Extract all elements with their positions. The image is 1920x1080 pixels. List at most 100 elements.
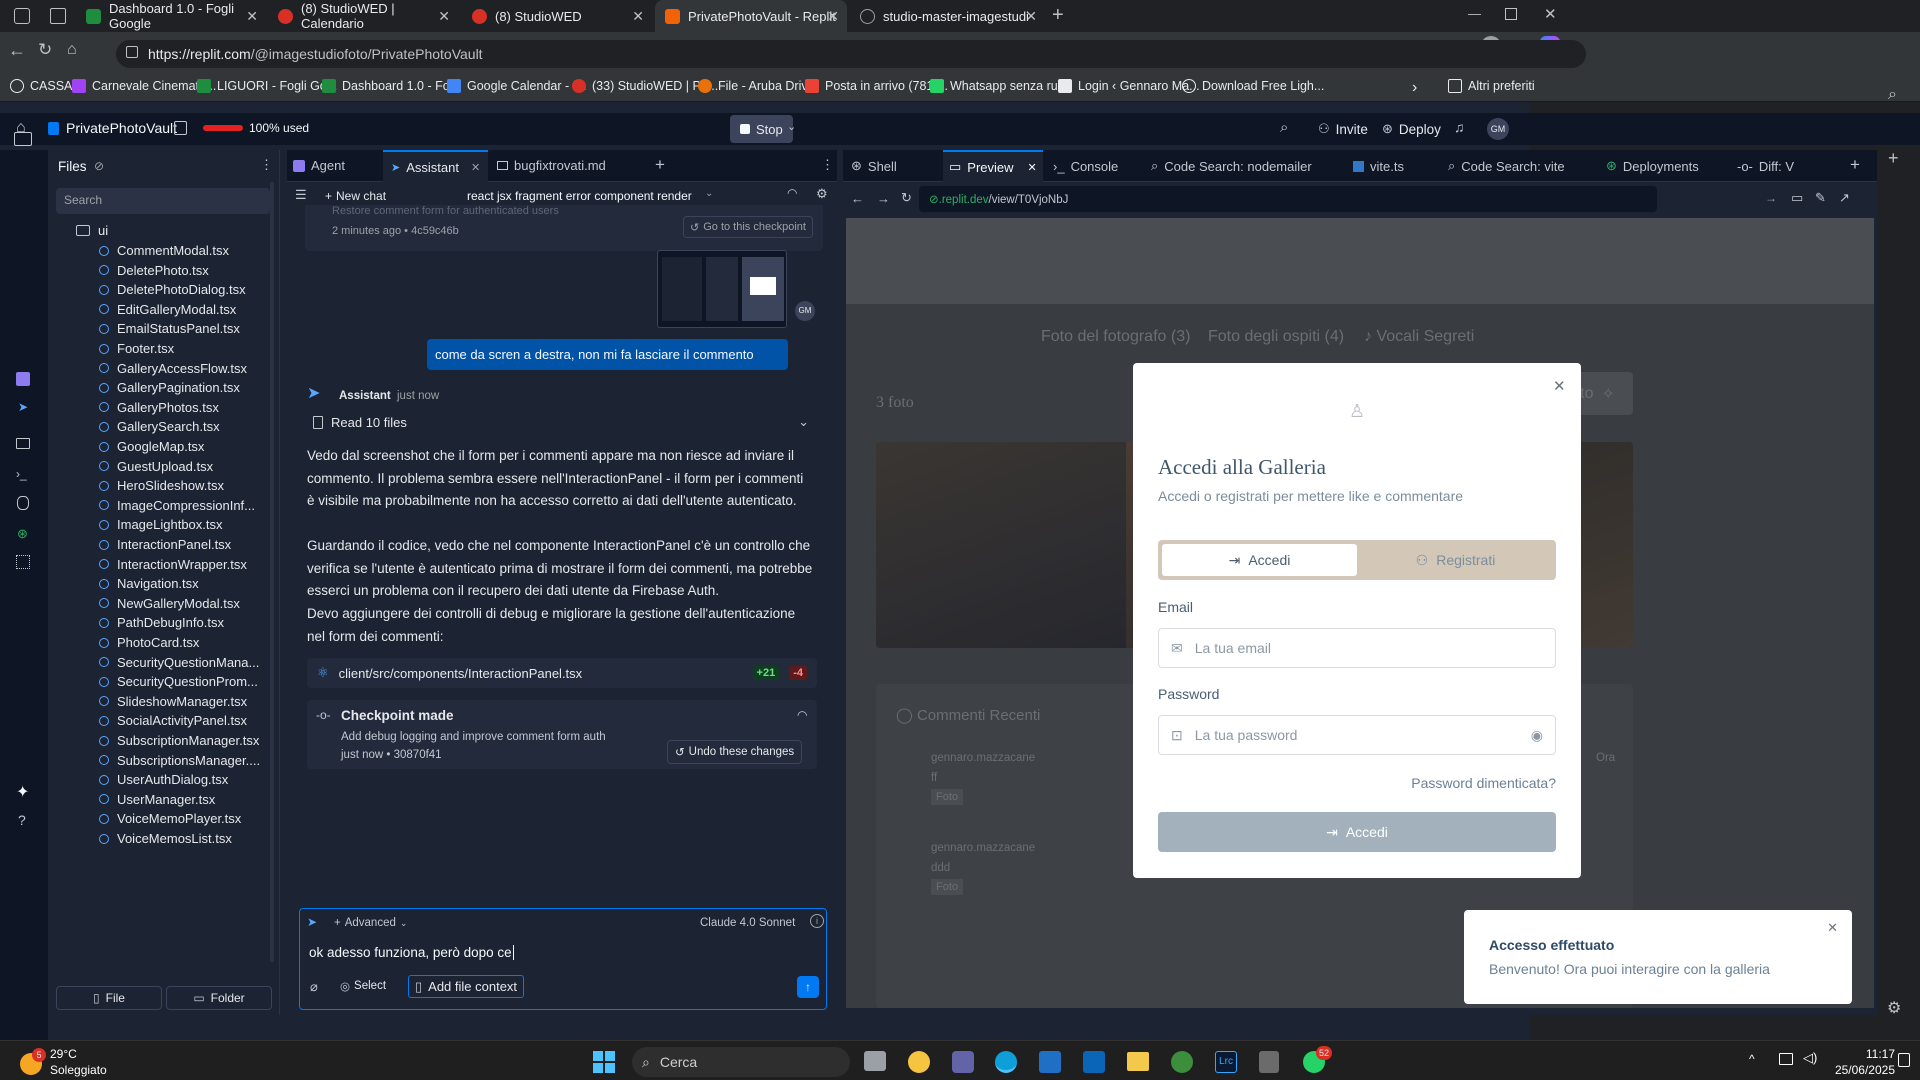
tab-code-search-nodemailer[interactable]: ⌕ Code Search: nodemailer — [1151, 150, 1312, 182]
file-item[interactable]: PhotoCard.tsx — [99, 635, 199, 650]
undo-changes-button[interactable]: ↺ Undo these changes — [667, 740, 803, 764]
sidebar-search-icon[interactable]: ⌕ — [1888, 86, 1897, 104]
file-item[interactable]: InteractionWrapper.tsx — [99, 557, 247, 572]
goto-checkpoint-button[interactable]: ↺ Go to this checkpoint — [683, 216, 813, 238]
preview-back-icon[interactable]: ← — [851, 191, 864, 206]
info-icon[interactable]: i — [810, 914, 824, 928]
password-field[interactable]: ⊡ La tua password ◉ — [1158, 715, 1556, 755]
minimize-icon[interactable]: — — [1468, 6, 1481, 21]
history-menu-icon[interactable]: ☰ — [295, 187, 307, 203]
bookmark-item[interactable]: Google Calendar - f... — [447, 79, 587, 93]
file-item[interactable]: HeroSlideshow.tsx — [99, 478, 224, 493]
address-field[interactable]: https://replit.com/@imagestudiofoto/Priv… — [116, 40, 1586, 68]
file-item[interactable]: DeletePhoto.tsx — [99, 263, 209, 278]
forgot-password-link[interactable]: Password dimenticata? — [1411, 775, 1556, 791]
file-item[interactable]: EditGalleryModal.tsx — [99, 302, 236, 317]
new-tab-icon[interactable]: + — [655, 155, 665, 175]
bookmark-item[interactable]: Dashboard 1.0 - Fo... — [322, 79, 460, 93]
new-tab-icon[interactable]: + — [1052, 4, 1064, 27]
shell-icon[interactable]: ›_ — [16, 467, 27, 481]
gauge-icon[interactable]: ◠ — [787, 186, 797, 200]
model-selector[interactable]: Claude 4.0 Sonnet — [700, 917, 795, 929]
browser-tab-studio-master[interactable]: studio-master-imagestudiofoto.r✕ — [850, 0, 1045, 32]
close-tab-icon[interactable]: ✕ — [438, 8, 450, 25]
reload-icon[interactable]: ↻ — [38, 40, 52, 60]
tab-console[interactable]: ›_ Console — [1053, 150, 1118, 182]
other-bookmarks[interactable]: Altri preferiti — [1448, 79, 1535, 93]
bookmark-item[interactable]: Carnevale Cinemato... — [72, 79, 216, 93]
email-field[interactable]: ✉ La tua email — [1158, 628, 1556, 668]
close-tab-icon[interactable]: ✕ — [471, 161, 480, 174]
file-item[interactable]: PathDebugInfo.tsx — [99, 615, 224, 630]
tab-login[interactable]: ⇥ Accedi — [1162, 544, 1357, 576]
new-tab-icon[interactable]: + — [1850, 155, 1860, 175]
tab-preview[interactable]: ▭ Preview ✕ — [943, 150, 1043, 182]
close-toast-icon[interactable]: ✕ — [1827, 920, 1838, 936]
search-icon[interactable]: ⌕ — [1280, 119, 1288, 136]
preview-icon[interactable] — [16, 438, 30, 449]
scrollbar[interactable] — [270, 182, 274, 962]
close-tab-icon[interactable]: ✕ — [1028, 161, 1037, 174]
browser-tab-studiowed[interactable]: (8) StudioWED ✕ — [462, 0, 652, 32]
clock-time[interactable]: 11:17 — [1855, 1047, 1895, 1061]
file-item[interactable]: EmailStatusPanel.tsx — [99, 321, 240, 336]
browser-tab-sheets[interactable]: Dashboard 1.0 - Fogli Google ✕ — [76, 0, 266, 32]
attach-paperclip-icon[interactable]: ⌀ — [310, 979, 318, 995]
file-item[interactable]: SocialActivityPanel.tsx — [99, 713, 247, 728]
tab-diff[interactable]: -o- Diff: V — [1737, 150, 1794, 182]
close-tab-icon[interactable]: ✕ — [246, 8, 258, 25]
pane-menu-icon[interactable]: ⋮ — [821, 157, 834, 173]
deploy-button[interactable]: ⊛ Deploy — [1374, 115, 1449, 143]
read-files-disclosure[interactable]: Read 10 files ⌄ — [313, 414, 809, 430]
home-icon[interactable]: ⌂ — [67, 41, 77, 59]
database-icon[interactable] — [174, 121, 187, 135]
bookmark-item[interactable]: Login ‹ Gennaro Ma... — [1058, 79, 1200, 93]
file-item[interactable]: SlideshowManager.tsx — [99, 694, 247, 709]
message-input[interactable]: ok adesso funziona, però dopo ce — [309, 945, 809, 960]
bookmark-item[interactable]: File - Aruba Drive — [698, 79, 815, 93]
site-info-icon[interactable] — [126, 46, 138, 58]
bookmark-item[interactable]: LIGUORI - Fogli Go... — [197, 79, 337, 93]
tab-deployments[interactable]: ⊛ Deployments — [1606, 150, 1699, 182]
bookmark-item[interactable]: Download Free Ligh... — [1182, 79, 1324, 93]
tab-bugfixtrovati[interactable]: bugfixtrovati.md — [497, 158, 606, 173]
chevron-down-icon[interactable]: ⌄ — [705, 188, 713, 199]
chrome-icon[interactable] — [1171, 1051, 1193, 1073]
sidebar-settings-gear-icon[interactable]: ⚙ — [1887, 998, 1901, 1018]
login-submit-button[interactable]: ⇥ Accedi — [1158, 812, 1556, 852]
taskbar-search[interactable]: ⌕ Cerca — [632, 1047, 850, 1077]
preview-reload-icon[interactable]: ↻ — [901, 190, 912, 206]
deployments-icon[interactable]: ⊛ — [17, 526, 28, 542]
gallery-photo[interactable] — [876, 442, 1126, 648]
all-tools-icon[interactable] — [16, 555, 30, 569]
tab-foto-ospiti[interactable]: Foto degli ospiti (4) — [1208, 328, 1344, 346]
file-item[interactable]: InteractionPanel.tsx — [99, 537, 231, 552]
file-item[interactable]: UserAuthDialog.tsx — [99, 772, 228, 787]
file-explorer-icon[interactable] — [1127, 1052, 1149, 1071]
tab-vocali-segreti[interactable]: ♪ Vocali Segreti — [1364, 328, 1474, 346]
tab-register[interactable]: ⚇ Registrati — [1358, 544, 1553, 576]
go-arrow-icon[interactable]: → — [1765, 191, 1777, 205]
back-icon[interactable]: ← — [8, 40, 26, 61]
rollback-gauge-icon[interactable]: ◠ — [797, 708, 807, 722]
bookmark-item[interactable]: Whatsapp senza ru... — [930, 79, 1068, 93]
file-item[interactable]: ImageCompressionInf... — [99, 498, 255, 513]
more-bookmarks-chevron-icon[interactable]: › — [1412, 79, 1417, 97]
bookmark-item[interactable]: (33) StudioWED | Pa... — [572, 79, 718, 93]
file-item[interactable]: VoiceMemoPlayer.tsx — [99, 811, 241, 826]
tab-assistant[interactable]: ➤ Assistant ✕ — [383, 150, 489, 182]
show-password-eye-icon[interactable]: ◉ — [1531, 727, 1543, 744]
workspaces-icon[interactable] — [14, 8, 30, 24]
close-tab-icon[interactable]: ✕ — [632, 8, 644, 25]
tab-vite-ts[interactable]: vite.ts — [1353, 150, 1404, 182]
sidebar-add-icon[interactable]: + — [1888, 148, 1899, 169]
file-item[interactable]: VoiceMemosList.tsx — [99, 831, 232, 846]
file-item[interactable]: CommentModal.tsx — [99, 243, 229, 258]
file-item[interactable]: GalleryAccessFlow.tsx — [99, 361, 247, 376]
notifications-bell-icon[interactable]: ♫ — [1454, 119, 1465, 135]
vertical-tabs-icon[interactable] — [50, 8, 66, 24]
new-folder-button[interactable]: ▭ Folder — [166, 986, 272, 1010]
new-chat-button[interactable]: + New chat — [325, 189, 386, 203]
new-tool-icon[interactable]: ✦ — [16, 782, 29, 802]
lightroom-icon[interactable]: Lrc — [1215, 1051, 1237, 1073]
